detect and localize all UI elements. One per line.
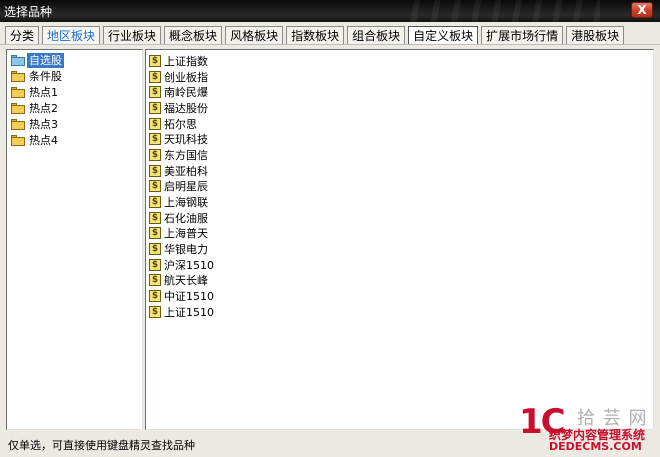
stock-label: 石化油服 bbox=[164, 212, 208, 225]
folder-icon bbox=[11, 119, 25, 130]
tree-item-hot-4[interactable]: 热点4 bbox=[11, 133, 60, 148]
stock-label: 华银电力 bbox=[164, 243, 208, 256]
tree-item-hot-3[interactable]: 热点3 bbox=[11, 117, 60, 132]
stock-label: 天玑科技 bbox=[164, 133, 208, 146]
stock-label: 航天长峰 bbox=[164, 274, 208, 287]
tab-divider bbox=[0, 44, 660, 45]
stock-label: 上证1510 bbox=[164, 306, 214, 319]
folder-icon bbox=[11, 71, 25, 82]
list-item[interactable]: $ 拓尔思 bbox=[149, 116, 197, 132]
tab-extended-market[interactable]: 扩展市场行情 bbox=[481, 26, 564, 44]
tab-custom[interactable]: 自定义板块 bbox=[408, 26, 479, 44]
dollar-icon: $ bbox=[149, 290, 161, 302]
dollar-icon: $ bbox=[149, 212, 161, 224]
list-item[interactable]: $ 创业板指 bbox=[149, 69, 208, 85]
tree-item-label: 热点4 bbox=[29, 134, 58, 147]
list-item[interactable]: $ 上证指数 bbox=[149, 53, 208, 69]
tab-industry[interactable]: 行业板块 bbox=[103, 26, 162, 44]
tab-style[interactable]: 风格板块 bbox=[225, 26, 284, 44]
window-title: 选择品种 bbox=[4, 5, 53, 19]
status-hint: 仅单选，可直接使用键盘精灵查找品种 bbox=[8, 439, 195, 452]
list-item[interactable]: $ 中证1510 bbox=[149, 288, 214, 304]
stock-label: 美亚柏科 bbox=[164, 165, 208, 178]
stock-label: 启明星辰 bbox=[164, 180, 208, 193]
dollar-icon: $ bbox=[149, 274, 161, 286]
stock-label: 中证1510 bbox=[164, 290, 214, 303]
tab-region[interactable]: 地区板块 bbox=[42, 26, 101, 44]
dollar-icon: $ bbox=[149, 227, 161, 239]
tab-concept[interactable]: 概念板块 bbox=[164, 26, 223, 44]
folder-open-icon bbox=[11, 55, 25, 66]
list-item[interactable]: $ 航天长峰 bbox=[149, 272, 208, 288]
dollar-icon: $ bbox=[149, 118, 161, 130]
stock-label: 沪深1510 bbox=[164, 259, 214, 272]
title-bar: 选择品种 X bbox=[0, 0, 660, 22]
tree-item-conditional[interactable]: 条件股 bbox=[11, 69, 64, 84]
dollar-icon: $ bbox=[149, 180, 161, 192]
close-button[interactable]: X bbox=[631, 2, 653, 18]
stock-label: 上证指数 bbox=[164, 55, 208, 68]
stock-label: 东方国信 bbox=[164, 149, 208, 162]
dollar-icon: $ bbox=[149, 165, 161, 177]
tab-portfolio[interactable]: 组合板块 bbox=[347, 26, 406, 44]
tab-index[interactable]: 指数板块 bbox=[286, 26, 345, 44]
watermark-logo: 1C 拾 芸 网 织梦内容管理系统 DEDECMS.COM bbox=[515, 400, 660, 457]
dollar-icon: $ bbox=[149, 55, 161, 67]
dollar-icon: $ bbox=[149, 102, 161, 114]
tree-item-label: 自选股 bbox=[27, 53, 64, 68]
dollar-icon: $ bbox=[149, 196, 161, 208]
folder-icon bbox=[11, 135, 25, 146]
tree-item-label: 热点1 bbox=[29, 86, 58, 99]
dollar-icon: $ bbox=[149, 86, 161, 98]
list-item[interactable]: $ 启明星辰 bbox=[149, 178, 208, 194]
stock-list-panel[interactable]: $ 上证指数 $ 创业板指 $ 南岭民爆 $ 福达股份 $ 拓尔思 $ 天玑科技… bbox=[145, 49, 654, 430]
stock-label: 上海钢联 bbox=[164, 196, 208, 209]
list-item[interactable]: $ 上证1510 bbox=[149, 304, 214, 320]
list-item[interactable]: $ 福达股份 bbox=[149, 100, 208, 116]
dollar-icon: $ bbox=[149, 306, 161, 318]
tree-item-label: 条件股 bbox=[29, 70, 62, 83]
dollar-icon: $ bbox=[149, 259, 161, 271]
stock-label: 拓尔思 bbox=[164, 118, 197, 131]
list-item[interactable]: $ 上海钢联 bbox=[149, 194, 208, 210]
list-item[interactable]: $ 南岭民爆 bbox=[149, 84, 208, 100]
list-item[interactable]: $ 美亚柏科 bbox=[149, 163, 208, 179]
title-bar-decoration bbox=[400, 0, 600, 22]
dollar-icon: $ bbox=[149, 133, 161, 145]
tab-hk-stocks[interactable]: 港股板块 bbox=[566, 26, 625, 44]
tab-bar: 分类 地区板块 行业板块 概念板块 风格板块 指数板块 组合板块 自定义板块 扩… bbox=[5, 26, 627, 44]
stock-label: 南岭民爆 bbox=[164, 86, 208, 99]
dollar-icon: $ bbox=[149, 149, 161, 161]
tree-item-hot-2[interactable]: 热点2 bbox=[11, 101, 60, 116]
list-item[interactable]: $ 华银电力 bbox=[149, 241, 208, 257]
list-item[interactable]: $ 上海普天 bbox=[149, 225, 208, 241]
tree-item-label: 热点3 bbox=[29, 118, 58, 131]
tree-item-label: 热点2 bbox=[29, 102, 58, 115]
watermark-domain: DEDECMS.COM bbox=[549, 440, 642, 453]
stock-label: 创业板指 bbox=[164, 71, 208, 84]
list-item[interactable]: $ 东方国信 bbox=[149, 147, 208, 163]
list-item[interactable]: $ 沪深1510 bbox=[149, 257, 214, 273]
stock-label: 上海普天 bbox=[164, 227, 208, 240]
dollar-icon: $ bbox=[149, 71, 161, 83]
folder-icon bbox=[11, 87, 25, 98]
tree-item-hot-1[interactable]: 热点1 bbox=[11, 85, 60, 100]
folder-icon bbox=[11, 103, 25, 114]
list-item[interactable]: $ 石化油服 bbox=[149, 210, 208, 226]
folder-tree-panel[interactable]: 自选股 条件股 热点1 热点2 热点3 热点4 bbox=[6, 49, 143, 430]
tab-category[interactable]: 分类 bbox=[5, 26, 40, 44]
list-item[interactable]: $ 天玑科技 bbox=[149, 131, 208, 147]
dollar-icon: $ bbox=[149, 243, 161, 255]
stock-label: 福达股份 bbox=[164, 102, 208, 115]
tree-item-watchlist[interactable]: 自选股 bbox=[11, 53, 64, 68]
